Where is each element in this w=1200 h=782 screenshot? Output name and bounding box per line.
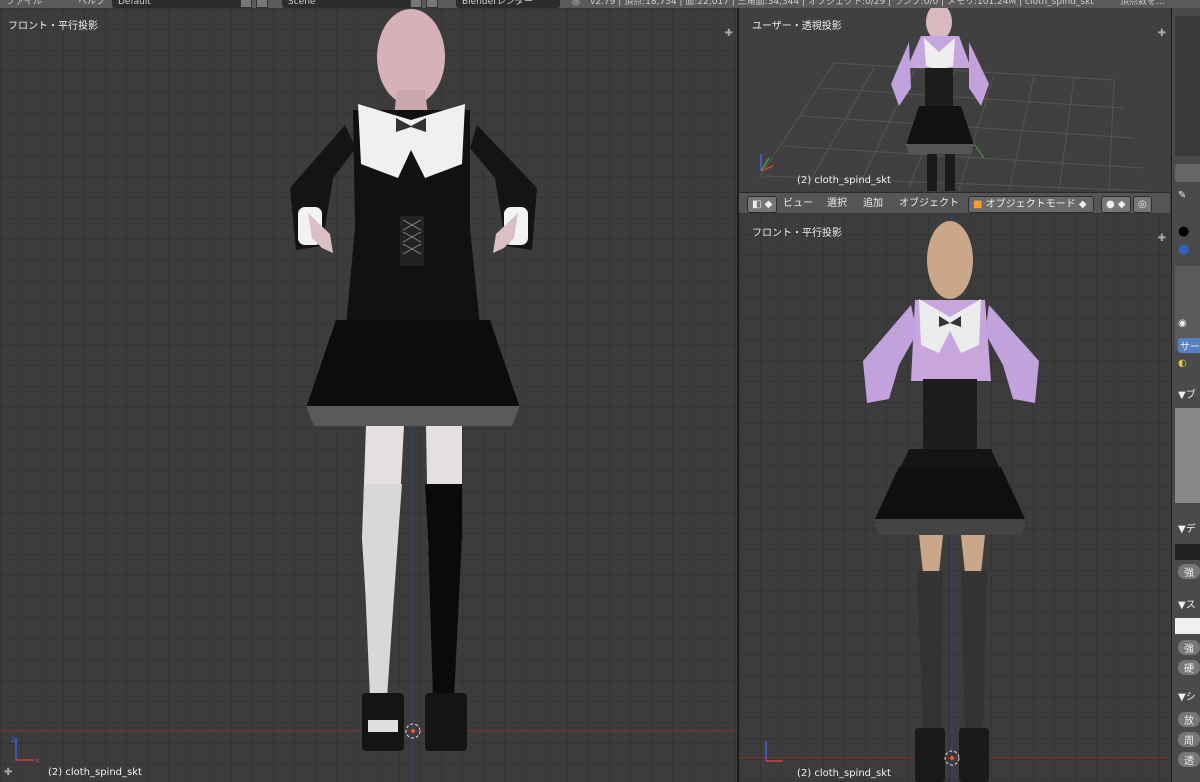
intensity-button-2[interactable]: 強 [1178, 640, 1200, 655]
hardness-button[interactable]: 硬 [1178, 660, 1200, 675]
interaction-mode-label: オブジェクトモード [985, 199, 1076, 210]
properties-tab-surface[interactable]: サー [1178, 338, 1200, 353]
panel-header-2[interactable]: ▼ス [1178, 596, 1196, 611]
svg-text:x: x [35, 756, 40, 765]
translucency-button[interactable]: 透 [1178, 752, 1200, 767]
status-report: 頂点数を... [1120, 0, 1165, 7]
intensity-button-1[interactable]: 強 [1178, 564, 1200, 579]
axis-gizmo-icon: z x [11, 735, 40, 765]
preview-swatch [1175, 408, 1200, 503]
character-model-lavender-top [863, 221, 1039, 782]
active-object-label-lr: (2) cloth_spind_skt [797, 768, 891, 779]
scene-select[interactable]: Scene [282, 0, 414, 8]
view3d-header: ◧ ◆ ビュー 選択 追加 オブジェクト ■ オブジェクトモード ◆ ● ◆ ◎ [739, 192, 1170, 215]
object-menu[interactable]: オブジェクト [899, 196, 959, 211]
perspective-grid [758, 8, 1150, 191]
outliner-strip[interactable] [1175, 16, 1200, 156]
properties-panel: ✎ ● ● ◉ サー ◐ ▼ブ ▼デ 強 ▼ス 強 硬 ▼シ 放 周 透 [1171, 8, 1200, 782]
viewport-split-handle-icon-ur[interactable]: ✚ [1158, 28, 1166, 39]
viewport-view-label-ur: ユーザー・透視投影 [752, 21, 842, 32]
chevron-updown-icon: ◆ [1078, 199, 1087, 210]
panel-header-3[interactable]: ▼シ [1178, 688, 1196, 703]
axis-gizmo-icon-perspective [760, 154, 774, 172]
editor-type-button[interactable]: ◧ ◆ [747, 196, 778, 213]
emit-button[interactable]: 放 [1178, 712, 1200, 727]
material-slot-blue-icon[interactable]: ● [1178, 242, 1189, 257]
scene-stats: v2.79 | 頂点:18,734 | 面:22,017 | 三角面:34,34… [590, 0, 1094, 7]
layout-remove-button[interactable] [256, 0, 268, 8]
blender-logo-icon: ◎ [572, 0, 580, 7]
scene-add-button[interactable] [410, 0, 422, 8]
help-menu[interactable]: ヘルプ [78, 0, 105, 8]
ambient-button[interactable]: 周 [1178, 732, 1200, 747]
render-engine-select[interactable]: Blenderレンダー [456, 0, 560, 8]
main-3d-viewport[interactable]: フロント・平行投影 ✚ ✚ z x (2) cloth_spind_skt [0, 8, 737, 782]
properties-editor-type-button[interactable] [1175, 164, 1200, 182]
file-menu[interactable]: ファイル [6, 0, 42, 8]
texture-icon[interactable]: ◐ [1178, 358, 1187, 369]
view-menu[interactable]: ビュー [783, 196, 813, 211]
screen-layout-select[interactable]: Default [112, 0, 244, 8]
select-menu[interactable]: 選択 [827, 196, 847, 211]
color-field-dark[interactable] [1175, 544, 1200, 560]
shading-select[interactable]: ● ◆ [1101, 196, 1131, 213]
main-scene-canvas: z x [0, 8, 737, 782]
panel-header-0[interactable]: ▼ブ [1178, 386, 1196, 401]
pivot-select[interactable]: ◎ [1133, 196, 1152, 213]
pin-icon[interactable]: ✎ [1178, 190, 1186, 201]
front-ortho-viewport-secondary[interactable]: フロント・平行投影 ✚ (2) cloth_spind_skt [739, 213, 1170, 782]
object-mode-icon: ■ [973, 199, 983, 210]
layout-add-button[interactable] [240, 0, 252, 8]
secondary-scene-canvas [739, 213, 1170, 782]
panel-header-1[interactable]: ▼デ [1178, 520, 1196, 535]
color-field-white[interactable] [1175, 618, 1200, 634]
active-object-label: (2) cloth_spind_skt [48, 767, 142, 778]
svg-text:z: z [11, 735, 15, 744]
interaction-mode-select[interactable]: ■ オブジェクトモード ◆ [968, 196, 1094, 213]
material-preview-icon[interactable]: ◉ [1178, 318, 1187, 329]
active-object-label-ur: (2) cloth_spind_skt [797, 175, 891, 186]
character-model-perspective [891, 8, 989, 191]
material-slot-black-icon[interactable]: ● [1178, 224, 1189, 239]
user-perspective-viewport[interactable]: ユーザー・透視投影 ✚ (2) cloth_spind_skt [739, 8, 1170, 191]
add-menu[interactable]: 追加 [863, 196, 883, 211]
scene-remove-button[interactable] [426, 0, 438, 8]
